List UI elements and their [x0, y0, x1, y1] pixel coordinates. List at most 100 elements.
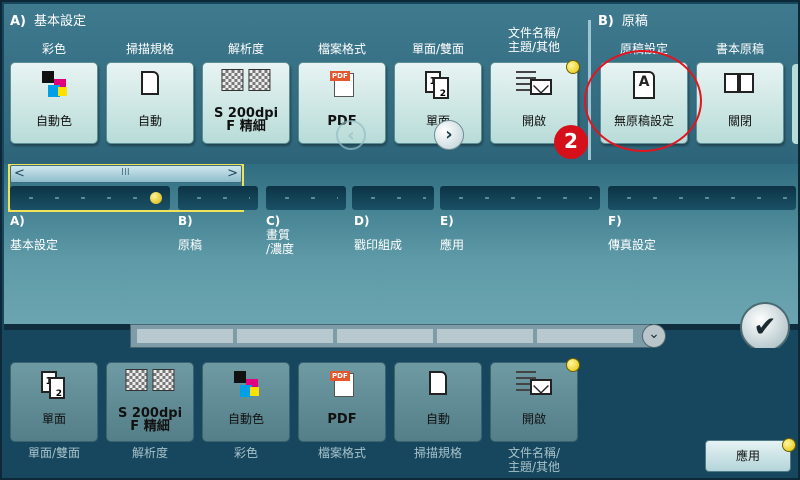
scroll-right-icon[interactable]: >: [227, 166, 238, 182]
duplex-icon-n2: 2: [49, 377, 65, 399]
current-file-format-caption: 檔案格式: [317, 446, 366, 460]
scroll-grip-icon[interactable]: III: [121, 167, 130, 178]
current-file-format-value: PDF: [327, 412, 357, 427]
category-track-f[interactable]: [608, 186, 796, 210]
highlight-ring: [584, 50, 702, 152]
current-document-name-caption-line1: 文件名稱/: [507, 446, 561, 460]
pdf-icon-tag: PDF: [330, 71, 350, 81]
category-d-name[interactable]: 戳印組成: [354, 238, 402, 252]
category-track-a[interactable]: [10, 186, 170, 210]
category-f-letter: F): [608, 214, 622, 228]
section-b-letter: B): [598, 14, 614, 29]
current-scan-size-value: 自動: [425, 412, 450, 426]
scan-size-title: 掃描規格: [125, 42, 174, 56]
shortcut-tab[interactable]: [337, 329, 433, 343]
document-name-title-line1: 文件名稱/: [507, 26, 561, 40]
category-track-c[interactable]: [266, 186, 346, 210]
current-document-name[interactable]: 開啟: [490, 362, 578, 442]
section-a-letter: A): [10, 14, 27, 29]
current-resolution-value: S 200dpi F 精細: [107, 407, 193, 433]
section-a-label: A) 基本設定: [10, 10, 86, 29]
category-track-d[interactable]: [352, 186, 434, 210]
shortcut-tab[interactable]: [537, 329, 633, 343]
resolution-value-line2: F 精細: [226, 119, 266, 134]
scroll-left-icon[interactable]: <: [14, 166, 25, 182]
current-color-value: 自動色: [227, 412, 264, 426]
color-title: 彩色: [41, 42, 66, 56]
list-mail-icon: [516, 71, 552, 97]
current-simplex-duplex-caption: 單面/雙面: [27, 446, 81, 460]
simplex-duplex-title: 單面/雙面: [411, 42, 465, 56]
category-a-name[interactable]: 基本設定: [10, 238, 58, 252]
shortcut-tab-bar[interactable]: [130, 324, 650, 348]
pdf-icon-tag: PDF: [330, 371, 350, 381]
book-icon: [724, 71, 756, 95]
shortcut-tab[interactable]: [137, 329, 233, 343]
resolution-icon: [221, 69, 271, 95]
collapse-icon[interactable]: ⌄: [642, 324, 666, 348]
apply-button[interactable]: 應用: [705, 440, 791, 472]
current-document-name-value: 開啟: [521, 412, 546, 426]
book-original-value: 關閉: [727, 114, 752, 128]
position-knob-icon: [150, 192, 162, 204]
section-b-label: B) 原稿: [598, 10, 648, 29]
resolution-value: S 200dpi F 精細: [203, 107, 289, 133]
pdf-icon: PDF: [330, 71, 354, 97]
horizontal-scrollbar[interactable]: < III >: [10, 165, 242, 183]
current-scan-size[interactable]: 自動: [394, 362, 482, 442]
scan-size-value: 自動: [137, 114, 162, 128]
duplex-icon: 1 2: [41, 371, 67, 399]
ok-checkmark-button[interactable]: ✔: [740, 302, 790, 352]
category-navigator: < III > A) 基本設定 B) 原稿 C) 畫質 /濃度 D) 戳印組成 …: [4, 164, 798, 324]
current-settings-panel: 1 2 單面 單面/雙面 S 200dpi F 精細 解析度 自動色: [4, 348, 798, 478]
shortcut-tab[interactable]: [237, 329, 333, 343]
duplex-icon: 1 2: [425, 71, 451, 99]
current-color[interactable]: 自動色: [202, 362, 290, 442]
category-c-name-line2: /濃度: [266, 242, 295, 256]
pdf-icon: PDF: [330, 371, 354, 397]
category-e-name[interactable]: 應用: [440, 238, 464, 252]
file-format-title: 檔案格式: [317, 42, 366, 56]
current-document-name-caption: 文件名稱/ 主題/其他: [486, 446, 582, 474]
color-button[interactable]: 自動色: [10, 62, 98, 144]
category-c-letter: C): [266, 214, 281, 228]
shortcut-tab[interactable]: [437, 329, 533, 343]
document-name-title: 文件名稱/ 主題/其他: [486, 26, 582, 54]
page-icon: [429, 371, 447, 395]
category-e-letter: E): [440, 214, 454, 228]
category-c-name[interactable]: 畫質 /濃度: [266, 228, 294, 256]
category-a-letter: A): [10, 214, 25, 228]
next-page-button[interactable]: ›: [434, 120, 464, 150]
category-track-b[interactable]: [178, 186, 258, 210]
current-file-format[interactable]: PDF PDF: [298, 362, 386, 442]
scan-size-button[interactable]: 自動: [106, 62, 194, 144]
current-scan-size-caption: 掃描規格: [413, 446, 462, 460]
list-mail-icon: [516, 371, 552, 397]
book-original-title: 書本原稿: [715, 42, 764, 56]
category-d-letter: D): [354, 214, 370, 228]
color-value: 自動色: [35, 114, 72, 128]
category-track-e[interactable]: [440, 186, 600, 210]
previous-page-button[interactable]: ‹: [336, 120, 366, 150]
section-b-title: 原稿: [621, 14, 648, 29]
status-dot-icon: [566, 358, 580, 372]
resolution-icon: [125, 369, 175, 395]
next-page-edge-button[interactable]: [792, 64, 798, 144]
scan-settings-screen: A) 基本設定 B) 原稿 彩色 掃描規格 解析度 檔案格式 單面/雙面 文件名稱/…: [0, 0, 800, 480]
category-b-name[interactable]: 原稿: [178, 238, 202, 252]
top-function-panel: A) 基本設定 B) 原稿 彩色 掃描規格 解析度 檔案格式 單面/雙面 文件名稱/…: [4, 4, 798, 164]
current-document-name-caption-line2: 主題/其他: [507, 460, 561, 474]
resolution-button[interactable]: S 200dpi F 精細: [202, 62, 290, 144]
current-resolution-line2: F 精細: [130, 419, 170, 434]
category-b-letter: B): [178, 214, 193, 228]
current-simplex-duplex-value: 單面: [41, 412, 66, 426]
category-c-name-line1: 畫質: [266, 228, 291, 242]
category-f-name[interactable]: 傳真設定: [608, 238, 656, 252]
status-dot-icon: [566, 60, 580, 74]
current-resolution-caption: 解析度: [131, 446, 168, 460]
section-a-title: 基本設定: [34, 14, 87, 29]
current-resolution[interactable]: S 200dpi F 精細: [106, 362, 194, 442]
current-simplex-duplex[interactable]: 1 2 單面: [10, 362, 98, 442]
book-original-button[interactable]: 關閉: [696, 62, 784, 144]
resolution-title: 解析度: [227, 42, 264, 56]
